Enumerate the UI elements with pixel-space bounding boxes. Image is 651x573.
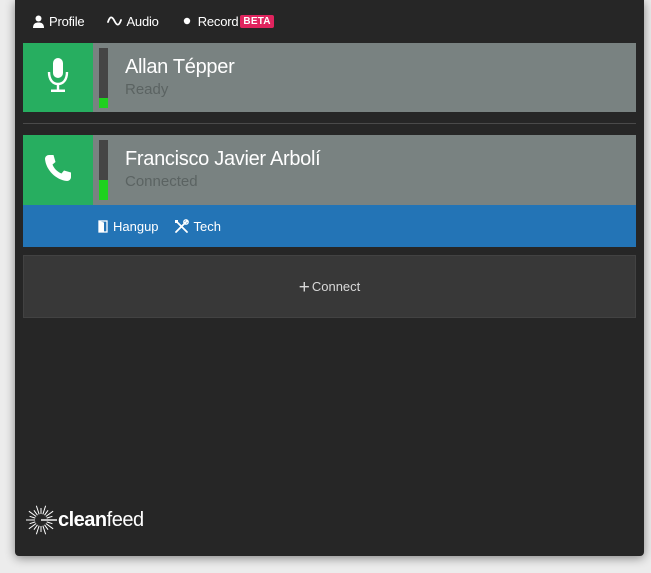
nav-profile-label: Profile bbox=[49, 13, 85, 29]
participant-icon-tile bbox=[23, 43, 93, 112]
divider bbox=[23, 123, 636, 124]
connect-label: Connect bbox=[311, 279, 361, 294]
sunburst-ray bbox=[46, 521, 53, 525]
participant-name: Francisco Javier Arbolí bbox=[125, 148, 321, 170]
participant-status: Connected bbox=[125, 173, 198, 190]
phone-icon bbox=[42, 152, 74, 189]
nav-record-label: Record bbox=[197, 13, 239, 29]
sunburst-ray bbox=[42, 525, 47, 535]
participant-status: Ready bbox=[125, 81, 169, 98]
hangup-button[interactable]: Hangup bbox=[98, 219, 159, 234]
door-icon bbox=[98, 219, 108, 233]
audio-level-fill bbox=[99, 180, 108, 200]
logo-text-clean: clean bbox=[58, 508, 107, 531]
sunburst-ray bbox=[44, 509, 49, 516]
sunburst-ray bbox=[42, 505, 47, 515]
participant-name: Allan Tépper bbox=[125, 56, 235, 78]
audio-level-meter bbox=[99, 140, 108, 200]
sunburst-ray bbox=[35, 525, 40, 535]
sunburst-ray bbox=[46, 515, 53, 519]
nav-audio[interactable]: Audio bbox=[107, 13, 159, 29]
participant-row[interactable]: Francisco Javier Arbolí Connected bbox=[23, 135, 636, 205]
record-dot-icon bbox=[182, 15, 194, 27]
tech-button[interactable]: Tech bbox=[174, 219, 221, 234]
audio-level-fill bbox=[99, 97, 108, 108]
logo-text-feed: feed bbox=[106, 508, 144, 531]
tech-label: Tech bbox=[193, 218, 222, 234]
sunburst-ray bbox=[29, 521, 36, 525]
sunburst-ray bbox=[33, 524, 38, 531]
top-nav: Profile Audio Record BETA bbox=[15, 0, 644, 42]
connect-button[interactable]: + Connect bbox=[23, 255, 636, 318]
nav-audio-label: Audio bbox=[126, 13, 159, 29]
sunburst-ray bbox=[35, 505, 40, 515]
participant-icon-tile bbox=[23, 135, 93, 205]
waveform-icon bbox=[107, 15, 123, 27]
user-icon bbox=[32, 15, 45, 28]
app-window: Profile Audio Record BETA Allan Tépper R… bbox=[15, 0, 644, 556]
audio-level-meter bbox=[99, 48, 108, 108]
sunburst-ray bbox=[33, 509, 38, 516]
beta-badge: BETA bbox=[240, 14, 274, 28]
sunburst-ray bbox=[29, 515, 36, 519]
sunburst-ray bbox=[44, 524, 49, 531]
nav-record[interactable]: Record BETA bbox=[182, 14, 274, 29]
hangup-label: Hangup bbox=[113, 218, 159, 234]
nav-profile[interactable]: Profile bbox=[32, 13, 85, 29]
participant-action-bar: Hangup Tech bbox=[23, 205, 636, 247]
plus-icon: + bbox=[298, 276, 310, 298]
cleanfeed-logo: clean feed bbox=[25, 504, 144, 536]
tools-icon bbox=[174, 218, 189, 234]
participant-row[interactable]: Allan Tépper Ready bbox=[23, 43, 636, 112]
sunburst-icon bbox=[25, 504, 57, 536]
microphone-icon bbox=[47, 57, 69, 98]
